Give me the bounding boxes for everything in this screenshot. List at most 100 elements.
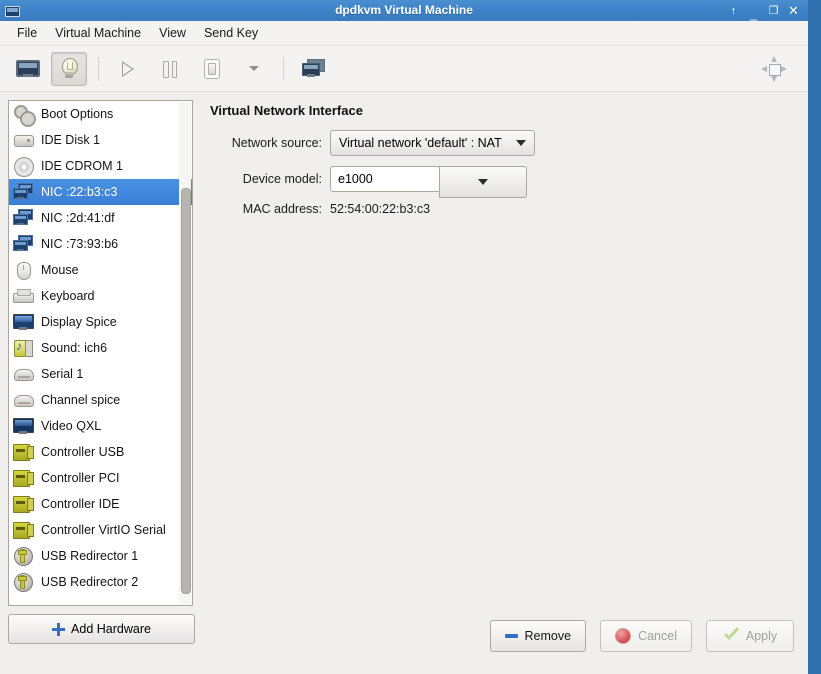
sidebar-item[interactable]: IDE CDROM 1 [9,153,192,179]
shutdown-menu-button[interactable] [236,52,272,86]
sound-icon [13,338,33,358]
snapshots-icon [302,59,325,78]
sidebar-item[interactable]: Boot Options [9,101,192,127]
sidebar-item[interactable]: Serial 1 [9,361,192,387]
fullscreen-button[interactable] [756,52,792,86]
sidebar-item[interactable]: USB Redirector 2 [9,569,192,595]
apply-label: Apply [745,629,778,643]
monitor-icon [16,60,40,77]
chevron-down-icon [249,66,259,71]
sidebar-item-label: NIC :22:b3:c3 [41,185,118,199]
device-model-label: Device model: [242,172,322,186]
device-model-dropdown-button[interactable] [439,166,527,198]
network-icon [13,234,33,254]
virtual-machine-window: dpdkvm Virtual Machine ↑ _ ❐ ✕ File Virt… [0,0,808,674]
add-hardware-button[interactable]: Add Hardware [8,614,195,644]
sidebar-item[interactable]: Controller USB [9,439,192,465]
sidebar-item[interactable]: IDE Disk 1 [9,127,192,153]
vm-icon [4,4,20,18]
sidebar-item[interactable]: Video QXL [9,413,192,439]
device-model-input[interactable]: e1000 [330,166,439,192]
pause-icon [163,61,177,78]
sidebar-item-label: Video QXL [41,419,102,433]
run-button[interactable] [110,52,146,86]
usb-icon [13,546,33,566]
usb-icon [13,572,33,592]
sidebar-item[interactable]: Mouse [9,257,192,283]
sidebar-item[interactable]: NIC :2d:41:df [9,205,192,231]
sidebar-item-label: NIC :73:93:b6 [41,237,119,251]
sidebar-item-label: NIC :2d:41:df [41,211,115,225]
controller-icon [13,520,34,540]
sidebar-item-label: USB Redirector 2 [41,575,139,589]
page-title: Virtual Network Interface [210,103,363,118]
title-bar: dpdkvm Virtual Machine ↑ _ ❐ ✕ [0,0,808,21]
cancel-button[interactable]: Cancel [600,620,692,652]
network-icon [13,208,33,228]
sidebar-item-label: Serial 1 [41,367,84,381]
remove-button[interactable]: Remove [489,620,587,652]
cancel-label: Cancel [638,629,677,643]
minus-icon [504,634,518,638]
boot-options-icon [13,104,36,127]
sidebar-item[interactable]: NIC :22:b3:c3 [9,179,192,205]
play-icon [120,60,136,77]
keyboard-icon [13,286,34,306]
check-icon [723,629,739,643]
sidebar-item[interactable]: Keyboard [9,283,192,309]
sidebar-item-label: Channel spice [41,393,121,407]
sidebar-item[interactable]: Controller VirtIO Serial [9,517,192,543]
toolbar-separator-2 [283,56,284,81]
controller-icon [13,442,34,462]
remove-label: Remove [524,629,572,643]
hardware-list[interactable]: Boot Options IDE Disk 1 IDE CDROM 1 NIC :22… [8,100,193,606]
add-hardware-label: Add Hardware [71,622,151,636]
sidebar-item-label: USB Redirector 1 [41,549,139,563]
sidebar-item[interactable]: Sound: ich6 [9,335,192,361]
chevron-down-icon [516,140,526,146]
sidebar-item[interactable]: Controller PCI [9,465,192,491]
sidebar-item[interactable]: Channel spice [9,387,192,413]
show-console-button[interactable] [9,52,45,86]
menu-file[interactable]: File [8,23,46,43]
sidebar-item[interactable]: Controller IDE [9,491,192,517]
sidebar-item[interactable]: USB Redirector 1 [9,543,192,569]
mac-address-value: 52:54:00:22:b3:c3 [330,202,431,216]
maximize-button[interactable]: ❐ [768,5,779,17]
apply-button[interactable]: Apply [706,620,794,652]
network-source-select[interactable]: Virtual network 'default' : NAT [330,130,535,156]
minimize-button[interactable]: _ [748,7,759,20]
sidebar-item-label: IDE Disk 1 [41,133,101,147]
mouse-icon [13,260,33,280]
sidebar-item-label: Display Spice [41,315,117,329]
snapshots-button[interactable] [295,52,331,86]
sidebar-item-label: Keyboard [41,289,95,303]
sidebar-item[interactable]: NIC :73:93:b6 [9,231,192,257]
sidebar-item-label: Controller PCI [41,471,120,485]
pause-button[interactable] [152,52,188,86]
serial-icon [13,364,34,384]
display-icon [13,312,34,332]
hardware-list-scrollbar[interactable] [179,102,191,604]
lightbulb-icon [60,57,78,80]
action-buttons: Remove Cancel Apply [489,620,794,652]
window-title: dpdkvm Virtual Machine [335,3,473,17]
menu-send-key[interactable]: Send Key [195,23,267,43]
device-model-row: Device model: e1000 [208,166,794,198]
shutdown-button[interactable] [194,52,230,86]
device-model-combobox[interactable]: e1000 [330,166,527,198]
shade-button[interactable]: ↑ [728,5,739,17]
menu-bar: File Virtual Machine View Send Key [0,21,808,46]
controller-icon [13,494,34,514]
disk-icon [13,130,34,150]
scrollbar-thumb[interactable] [181,188,191,594]
menu-virtual-machine[interactable]: Virtual Machine [46,23,150,43]
hardware-sidebar: Boot Options IDE Disk 1 IDE CDROM 1 NIC :22… [0,92,198,674]
network-source-label: Network source: [231,136,322,150]
toolbar [0,46,808,92]
menu-view[interactable]: View [150,23,195,43]
sidebar-item[interactable]: Display Spice [9,309,192,335]
fullscreen-icon [761,55,787,82]
show-details-button[interactable] [51,51,87,86]
close-button[interactable]: ✕ [788,4,799,17]
